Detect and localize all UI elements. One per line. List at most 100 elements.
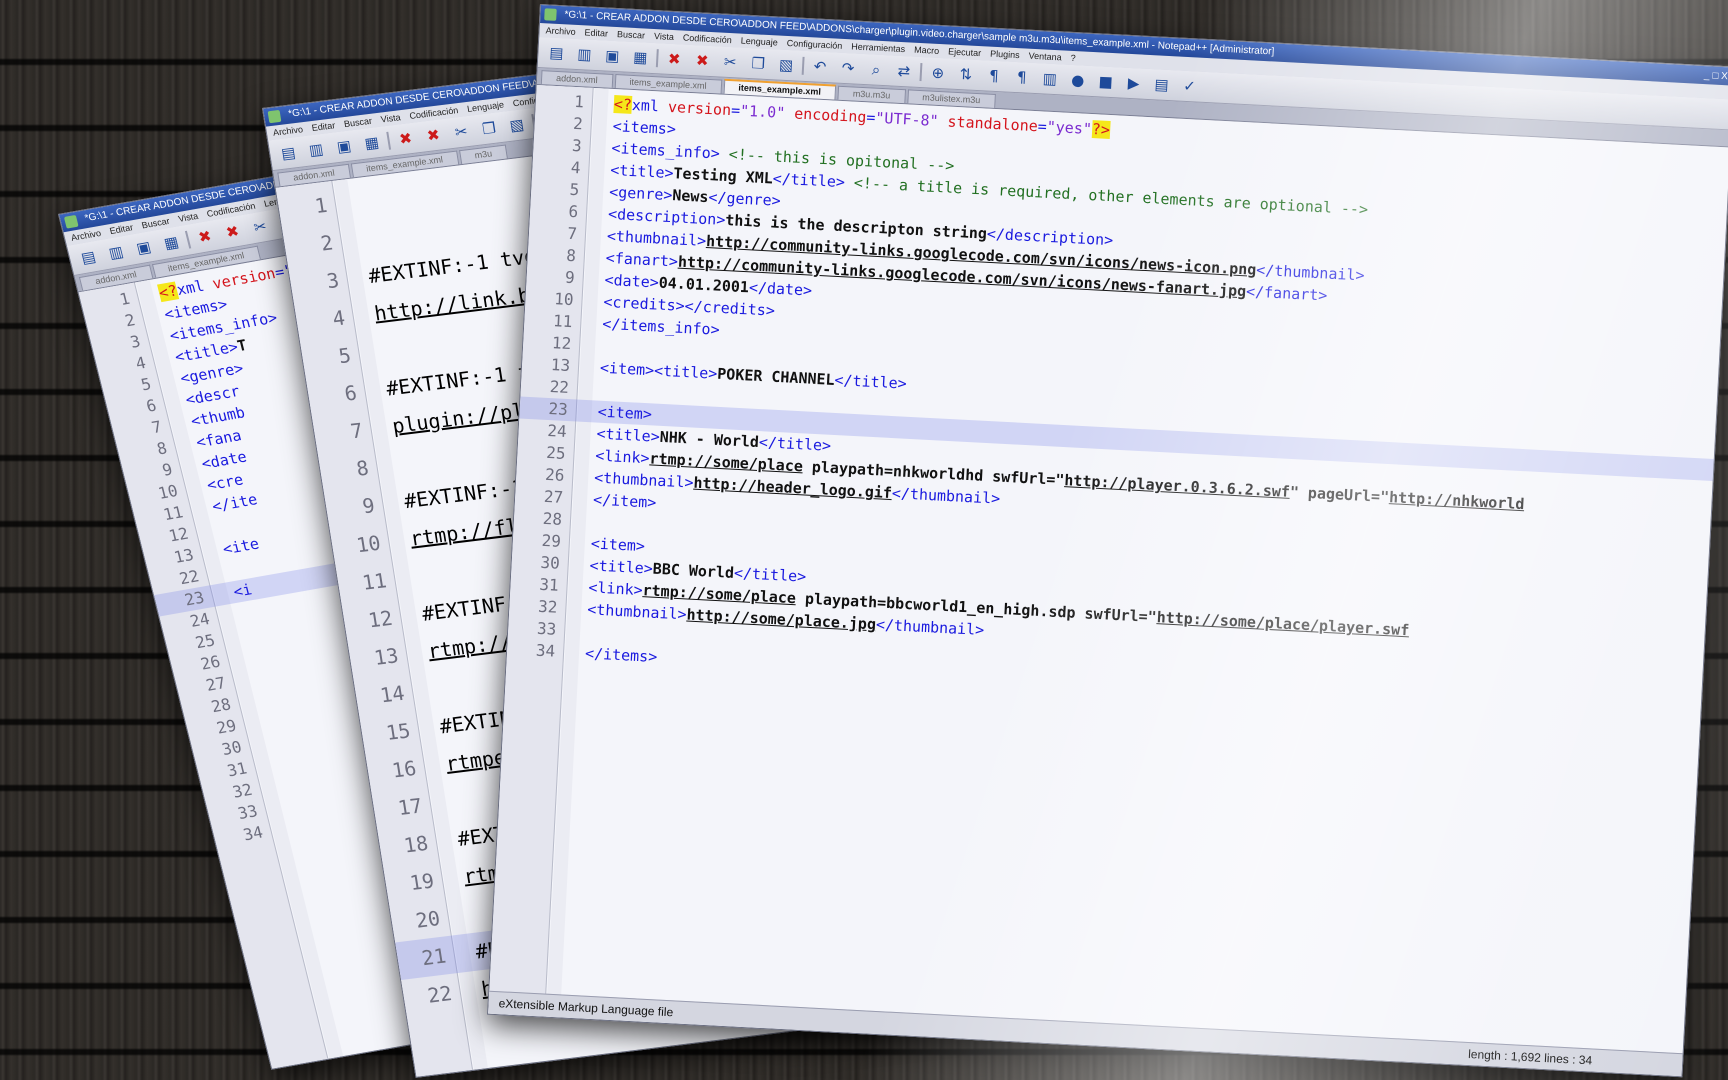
line-number: 26 xyxy=(544,464,565,485)
line-number: 19 xyxy=(408,868,436,896)
menu-item[interactable]: Plugins xyxy=(990,49,1020,61)
cut-icon[interactable]: ✂ xyxy=(246,214,275,240)
toolbar-separator xyxy=(184,230,192,249)
replace-icon[interactable]: ⇄ xyxy=(891,60,916,83)
spell-check-icon[interactable]: ✓ xyxy=(1177,74,1202,97)
cut-icon[interactable]: ✂ xyxy=(448,120,475,145)
menu-item[interactable]: Lenguaje xyxy=(466,100,504,114)
close-all-icon[interactable]: ✖ xyxy=(420,123,447,148)
menu-item[interactable]: Editar xyxy=(109,222,135,236)
close-all-icon[interactable]: ✖ xyxy=(690,49,715,72)
code-token: </title> xyxy=(758,433,832,455)
macro-play-icon[interactable]: ▶ xyxy=(1121,72,1146,95)
new-file-icon[interactable]: ▤ xyxy=(74,245,103,271)
code-token: NHK - World xyxy=(659,427,760,452)
line-number: 27 xyxy=(543,486,564,507)
menu-item[interactable]: Buscar xyxy=(141,216,171,231)
menu-item[interactable]: Archivo xyxy=(272,124,303,138)
paste-icon[interactable]: ▧ xyxy=(774,53,799,76)
line-number: 25 xyxy=(545,442,567,463)
toolbar-separator xyxy=(919,62,923,82)
close-icon[interactable]: ✖ xyxy=(662,47,687,70)
line-number: 11 xyxy=(360,568,389,595)
open-file-icon[interactable]: ▥ xyxy=(572,43,597,66)
save-all-icon[interactable]: ▦ xyxy=(358,131,385,156)
menu-item[interactable]: Herramientas xyxy=(851,41,905,54)
save-all-icon[interactable]: ▦ xyxy=(628,46,653,69)
line-number: 11 xyxy=(552,311,573,332)
line-code: </items> xyxy=(585,642,658,668)
menu-item[interactable]: Archivo xyxy=(545,25,575,37)
menu-item[interactable]: Lenguaje xyxy=(741,36,779,48)
open-file-icon[interactable]: ▥ xyxy=(303,137,330,162)
code-token: Testing XML xyxy=(673,164,774,188)
macro-stop-icon[interactable]: ■ xyxy=(1093,70,1118,93)
window-controls[interactable]: _ □ X xyxy=(1704,67,1728,86)
new-file-icon[interactable]: ▤ xyxy=(275,141,302,166)
macro-record-icon[interactable]: ● xyxy=(1065,69,1090,92)
line-number: 10 xyxy=(354,530,383,558)
indent-guide-icon[interactable]: ▥ xyxy=(1037,67,1062,90)
word-wrap-icon[interactable]: ¶ xyxy=(981,64,1006,87)
menu-item[interactable]: Buscar xyxy=(617,29,646,40)
menu-item[interactable]: Ventana xyxy=(1028,51,1062,63)
menu-item[interactable]: Editar xyxy=(311,120,336,133)
new-file-icon[interactable]: ▤ xyxy=(544,41,569,64)
macro-save-icon[interactable]: ▤ xyxy=(1149,73,1174,96)
code-token: <genre> xyxy=(608,182,673,205)
line-number: 3 xyxy=(571,135,583,156)
sync-scroll-icon[interactable]: ⇅ xyxy=(953,63,978,86)
menu-item[interactable]: Ejecutar xyxy=(948,46,982,58)
undo-icon[interactable]: ↶ xyxy=(808,55,833,78)
code-token: <? xyxy=(613,95,633,114)
copy-icon[interactable]: ❐ xyxy=(475,116,502,141)
zoom-icon[interactable]: ⊕ xyxy=(925,61,950,84)
toolbar-separator xyxy=(655,49,659,68)
close-icon[interactable]: ✖ xyxy=(392,126,419,151)
code-token: ?> xyxy=(1091,120,1111,139)
line-number: 12 xyxy=(551,333,572,354)
redo-icon[interactable]: ↷ xyxy=(836,57,861,80)
code-editor[interactable]: 1 <?xml version="1.0" encoding="UTF-8" st… xyxy=(488,84,1728,1077)
open-file-icon[interactable]: ▥ xyxy=(102,240,131,266)
menu-item[interactable]: Buscar xyxy=(343,116,372,129)
save-all-icon[interactable]: ▦ xyxy=(157,230,186,256)
menu-item[interactable]: Vista xyxy=(654,31,674,42)
close-icon[interactable]: ✖ xyxy=(190,224,219,250)
status-length-lines: length : 1,692 lines : 34 xyxy=(1467,1047,1593,1068)
save-icon[interactable]: ▣ xyxy=(129,235,158,261)
menu-item[interactable]: Editar xyxy=(584,27,608,38)
save-icon[interactable]: ▣ xyxy=(330,134,357,159)
menu-item[interactable]: Vista xyxy=(380,112,401,124)
menu-item[interactable]: Configuración xyxy=(787,38,843,51)
copy-icon[interactable]: ❐ xyxy=(746,52,771,75)
close-all-icon[interactable]: ✖ xyxy=(218,219,247,245)
line-number: 8 xyxy=(565,245,577,266)
cut-icon[interactable]: ✂ xyxy=(718,50,743,73)
code-lines: 1 <?xml version="1.0" encoding="UTF-8" st… xyxy=(507,89,1728,723)
menu-item[interactable]: Codificación xyxy=(683,33,732,46)
code-token: </title> xyxy=(733,563,807,586)
code-token: encoding xyxy=(793,104,867,127)
code-token: <i xyxy=(231,580,254,601)
line-number: 3 xyxy=(324,267,341,294)
code-token: <title> xyxy=(609,160,675,183)
line-number: 24 xyxy=(546,420,568,441)
save-icon[interactable]: ▣ xyxy=(600,44,625,67)
line-number: 20 xyxy=(414,906,442,933)
line-number: 23 xyxy=(548,399,569,419)
menu-item[interactable]: Vista xyxy=(177,211,199,224)
line-number: 14 xyxy=(378,680,407,708)
find-icon[interactable]: ⌕ xyxy=(863,58,888,81)
code-token: </item> xyxy=(592,490,657,512)
code-token: "UTF-8" xyxy=(874,108,949,131)
menu-item[interactable]: Macro xyxy=(914,45,940,56)
line-number: 9 xyxy=(360,493,377,519)
menu-item[interactable]: ? xyxy=(1070,53,1076,63)
line-number: 9 xyxy=(564,267,576,288)
code-token: standalone xyxy=(947,112,1039,136)
paste-icon[interactable]: ▧ xyxy=(503,113,530,138)
show-all-chars-icon[interactable]: ¶ xyxy=(1009,66,1034,89)
code-token: <thumbnail> xyxy=(586,600,688,624)
code-token: version xyxy=(667,97,732,120)
